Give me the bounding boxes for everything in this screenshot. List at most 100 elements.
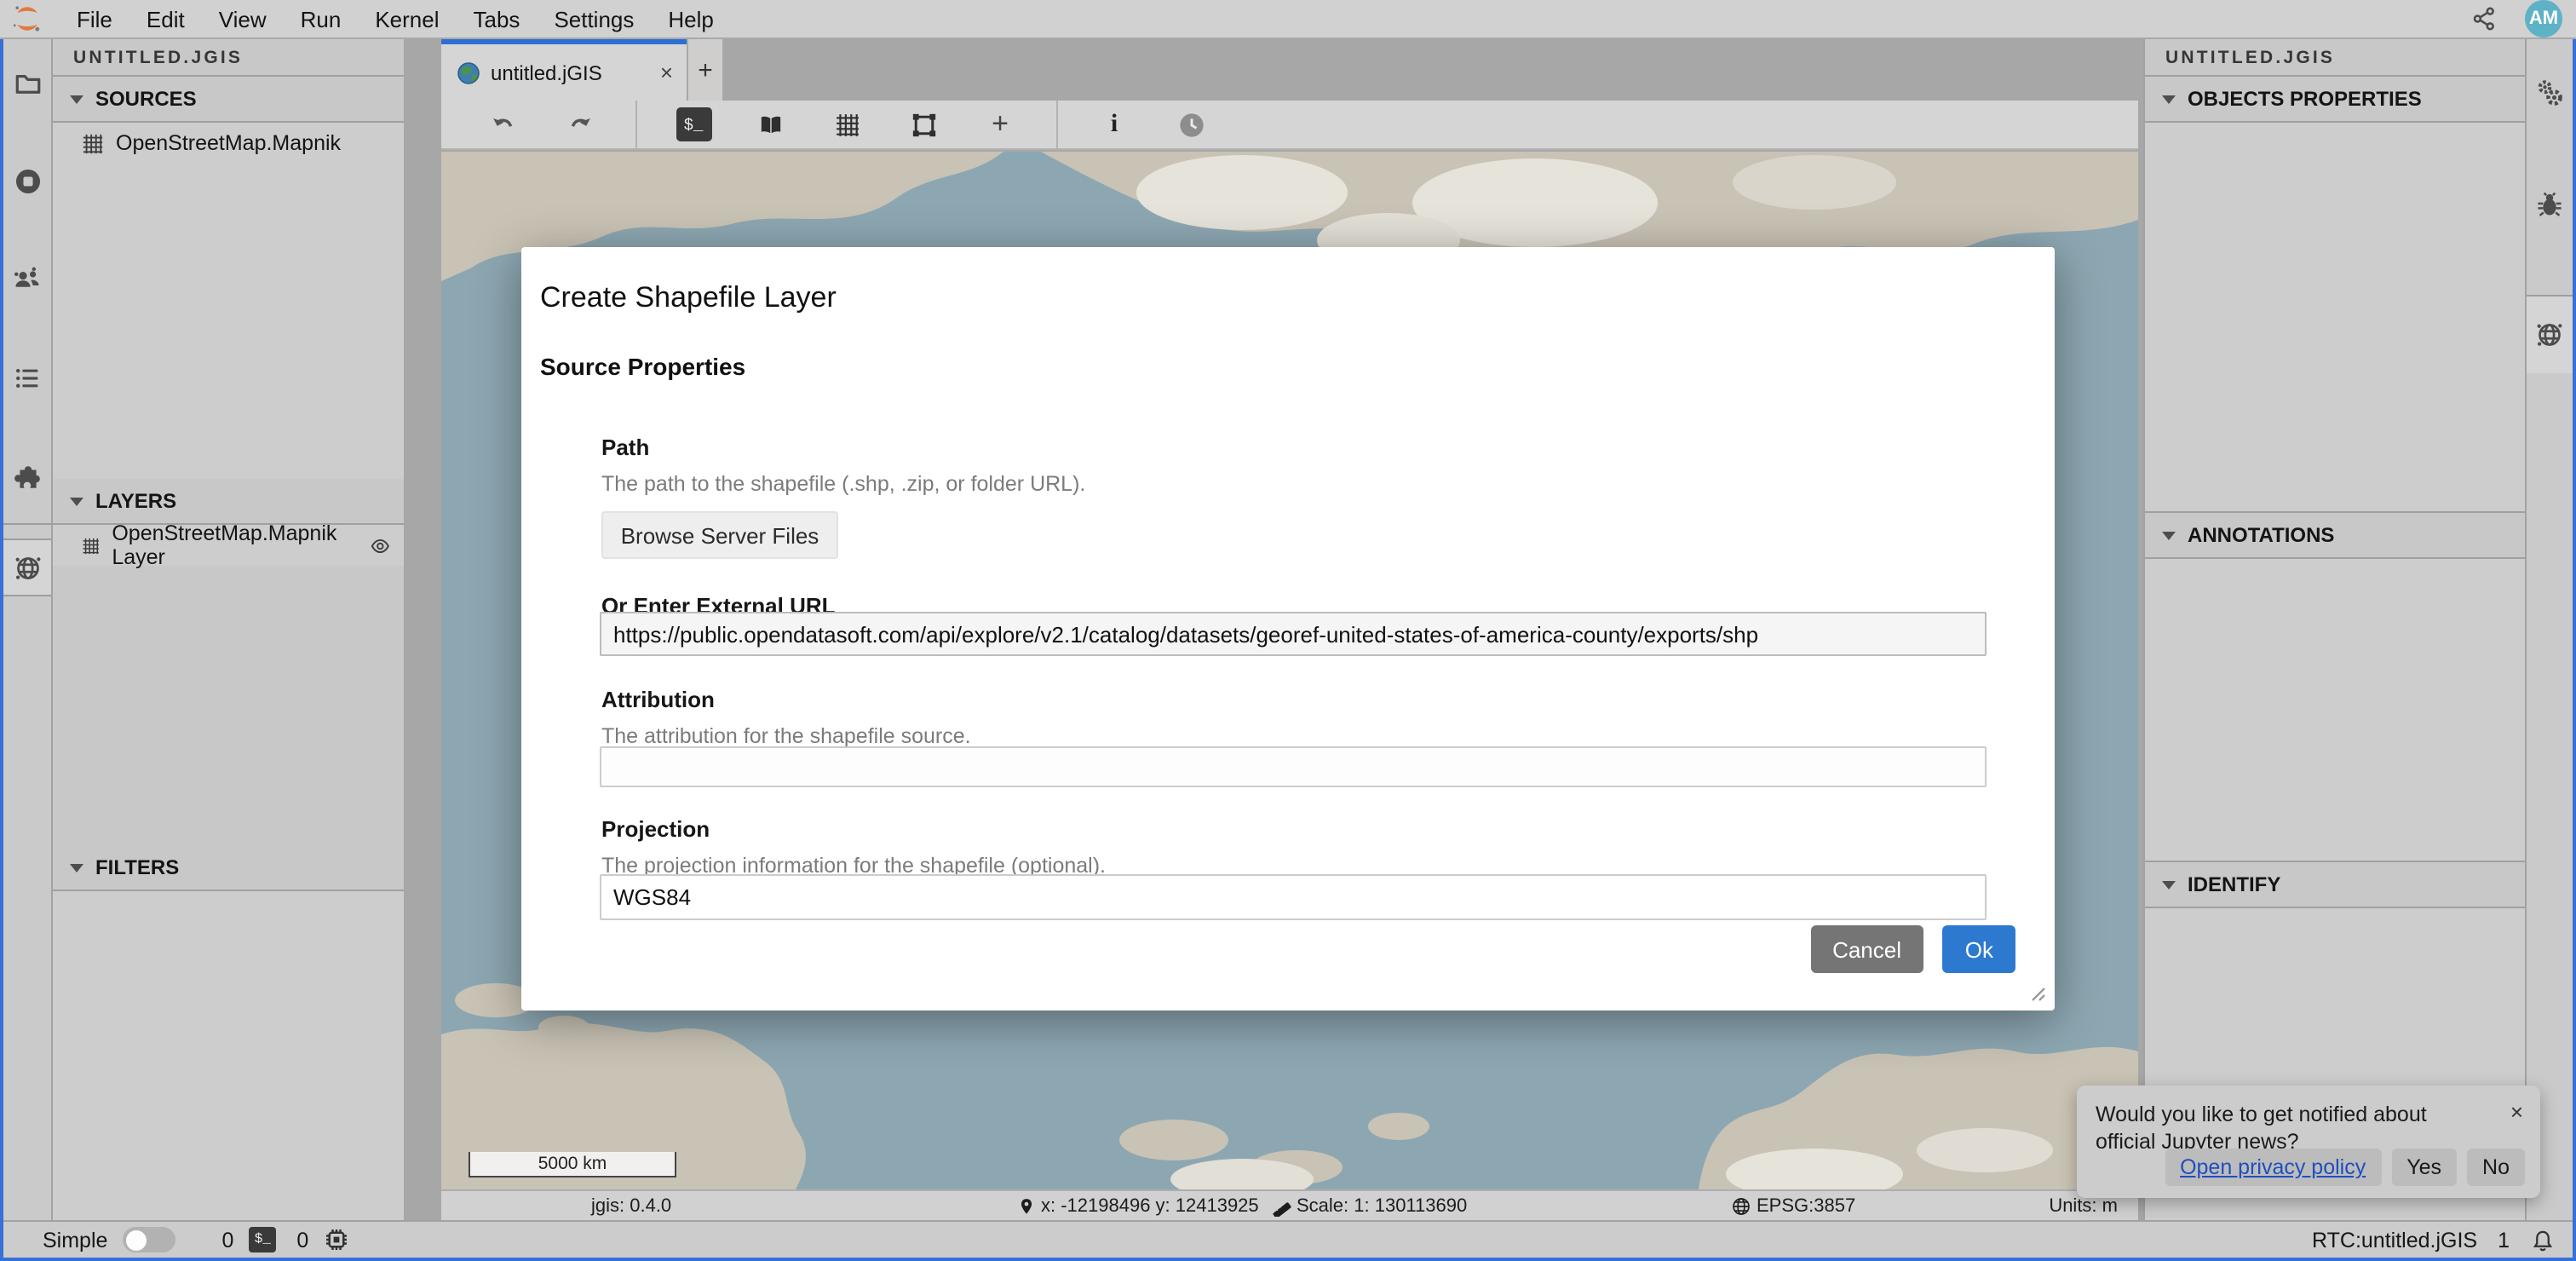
- toggle-knob: [125, 1229, 146, 1250]
- map-toolbar: $_ + i: [441, 101, 2138, 150]
- raster-grid-icon: [82, 132, 104, 154]
- terminal-icon: $_: [249, 1227, 276, 1252]
- menu-help[interactable]: Help: [651, 6, 731, 32]
- objects-properties-content: [2145, 123, 2525, 513]
- annotations-label: ANNOTATIONS: [2188, 523, 2334, 547]
- dialog-title: Create Shapefile Layer: [540, 281, 837, 315]
- basemap-book-icon[interactable]: [750, 104, 791, 145]
- projection-input[interactable]: [600, 874, 1987, 920]
- map-epsg: EPSG:3857: [1731, 1191, 1855, 1220]
- right-activity-bar: [2525, 39, 2573, 1220]
- layer-item-openstreetmap[interactable]: OpenStreetMap.Mapnik Layer: [53, 525, 404, 566]
- menu-run[interactable]: Run: [284, 6, 359, 32]
- undo-icon[interactable]: [482, 104, 523, 145]
- attribution-input[interactable]: [600, 746, 1987, 787]
- external-url-input[interactable]: [600, 612, 1987, 656]
- collaboration-users-icon[interactable]: [3, 250, 51, 308]
- redo-icon[interactable]: [559, 104, 600, 145]
- chevron-down-icon: [70, 497, 83, 505]
- layers-label: LAYERS: [95, 489, 176, 513]
- objects-properties-label: OBJECTS PROPERTIES: [2188, 87, 2422, 111]
- sources-label: SOURCES: [95, 87, 197, 111]
- objects-properties-section-header[interactable]: OBJECTS PROPERTIES: [2145, 77, 2525, 123]
- map-status-bar: jgis: 0.4.0 x: -12198496 y: 12413925 Sca…: [441, 1189, 2138, 1220]
- new-tab-button[interactable]: +: [688, 39, 722, 101]
- jgis-right-panel-icon[interactable]: [2527, 295, 2573, 373]
- identify-section-header[interactable]: IDENTIFY: [2145, 862, 2525, 908]
- property-inspector-gears-icon[interactable]: [2527, 63, 2573, 121]
- projection-label: Projection: [601, 816, 710, 842]
- filters-label: FILTERS: [95, 855, 179, 879]
- globe-icon: [1731, 1195, 1751, 1216]
- tab-untitled-jgis[interactable]: untitled.jGIS ×: [441, 39, 687, 101]
- annotations-section-header[interactable]: ANNOTATIONS: [2145, 513, 2525, 559]
- kernel-chip-icon: [324, 1227, 349, 1252]
- left-panel-title: UNTITLED.JGIS: [53, 39, 404, 77]
- file-browser-icon[interactable]: [3, 53, 51, 111]
- menu-kernel[interactable]: Kernel: [358, 6, 456, 32]
- running-sessions-icon[interactable]: [3, 152, 51, 210]
- menu-view[interactable]: View: [202, 6, 284, 32]
- chevron-down-icon: [2162, 531, 2176, 539]
- attribution-label: Attribution: [601, 687, 715, 712]
- menu-file[interactable]: File: [60, 6, 129, 32]
- window-edge-left: [0, 39, 3, 1261]
- menu-edit[interactable]: Edit: [129, 6, 202, 32]
- layers-section-header[interactable]: LAYERS: [53, 479, 404, 525]
- terminals-count: 0: [221, 1228, 233, 1252]
- simple-mode-toggle[interactable]: [123, 1227, 175, 1252]
- tab-close-icon[interactable]: ×: [660, 60, 673, 85]
- jgis-globe-icon: [457, 60, 480, 84]
- visibility-eye-icon[interactable]: [369, 533, 390, 558]
- debugger-bug-icon[interactable]: [2527, 176, 2573, 233]
- menu-tabs[interactable]: Tabs: [457, 6, 538, 32]
- left-activity-bar: [3, 39, 53, 1220]
- sources-section-header[interactable]: SOURCES: [53, 77, 404, 123]
- rtc-session-label: RTC:untitled.jGIS: [2312, 1228, 2477, 1252]
- tab-title: untitled.jGIS: [491, 60, 602, 84]
- source-item-label: OpenStreetMap.Mapnik: [116, 131, 341, 155]
- status-bar: Simple 0 $_ 0 RTC:untitled.jGIS 1: [3, 1220, 2573, 1258]
- menu-settings[interactable]: Settings: [537, 6, 651, 32]
- jgis-panel-icon[interactable]: [3, 538, 51, 596]
- notification-no-button[interactable]: No: [2467, 1149, 2525, 1186]
- dialog-resize-handle[interactable]: [2027, 983, 2046, 1002]
- identify-info-icon[interactable]: i: [1094, 104, 1135, 145]
- chevron-down-icon: [70, 863, 83, 872]
- window-edge-right: [2573, 39, 2576, 1261]
- source-item-openstreetmap[interactable]: OpenStreetMap.Mapnik: [53, 123, 404, 164]
- vector-layer-icon[interactable]: [903, 104, 944, 145]
- notifications-count[interactable]: 1: [2498, 1228, 2510, 1252]
- notification-message: Would you like to get notified about off…: [2096, 1101, 2491, 1155]
- console-icon[interactable]: $_: [673, 104, 714, 145]
- browse-server-files-button[interactable]: Browse Server Files: [601, 511, 838, 559]
- notification-yes-button[interactable]: Yes: [2391, 1149, 2457, 1186]
- jupyterlab-window: File Edit View Run Kernel Tabs Settings …: [0, 0, 2576, 1261]
- identify-label: IDENTIFY: [2188, 872, 2280, 896]
- add-layer-icon[interactable]: +: [980, 104, 1021, 145]
- user-avatar[interactable]: AM: [2525, 0, 2562, 37]
- notifications-bell-icon[interactable]: [2530, 1226, 2556, 1253]
- open-privacy-policy-button[interactable]: Open privacy policy: [2165, 1149, 2381, 1186]
- layer-item-label: OpenStreetMap.Mapnik Layer: [112, 521, 345, 569]
- ok-button[interactable]: Ok: [1943, 925, 2015, 973]
- map-scale-bar: 5000 km: [469, 1152, 676, 1178]
- share-icon[interactable]: [2470, 5, 2498, 32]
- raster-grid-icon: [82, 534, 100, 556]
- temporal-clock-icon[interactable]: [1170, 104, 1211, 145]
- pointer-coordinates: x: -12198496 y: 12413925: [1017, 1191, 1259, 1220]
- window-edge-bottom: [0, 1258, 2576, 1261]
- right-side-panel: UNTITLED.JGIS OBJECTS PROPERTIES ANNOTAT…: [2143, 39, 2525, 1220]
- table-of-contents-icon[interactable]: [3, 349, 51, 407]
- simple-mode-label: Simple: [43, 1228, 107, 1252]
- raster-layer-icon[interactable]: [826, 104, 867, 145]
- toolbar-separator: [1056, 100, 1058, 149]
- tab-bar: untitled.jGIS × +: [441, 39, 2138, 101]
- extension-manager-icon[interactable]: [3, 448, 51, 506]
- left-side-panel: UNTITLED.JGIS SOURCES OpenStreetMap.Mapn…: [53, 39, 404, 1220]
- notification-close-icon[interactable]: ×: [2510, 1099, 2523, 1125]
- right-panel-title: UNTITLED.JGIS: [2145, 39, 2525, 77]
- chevron-down-icon: [70, 95, 83, 103]
- cancel-button[interactable]: Cancel: [1810, 925, 1923, 973]
- filters-section-header[interactable]: FILTERS: [53, 845, 404, 891]
